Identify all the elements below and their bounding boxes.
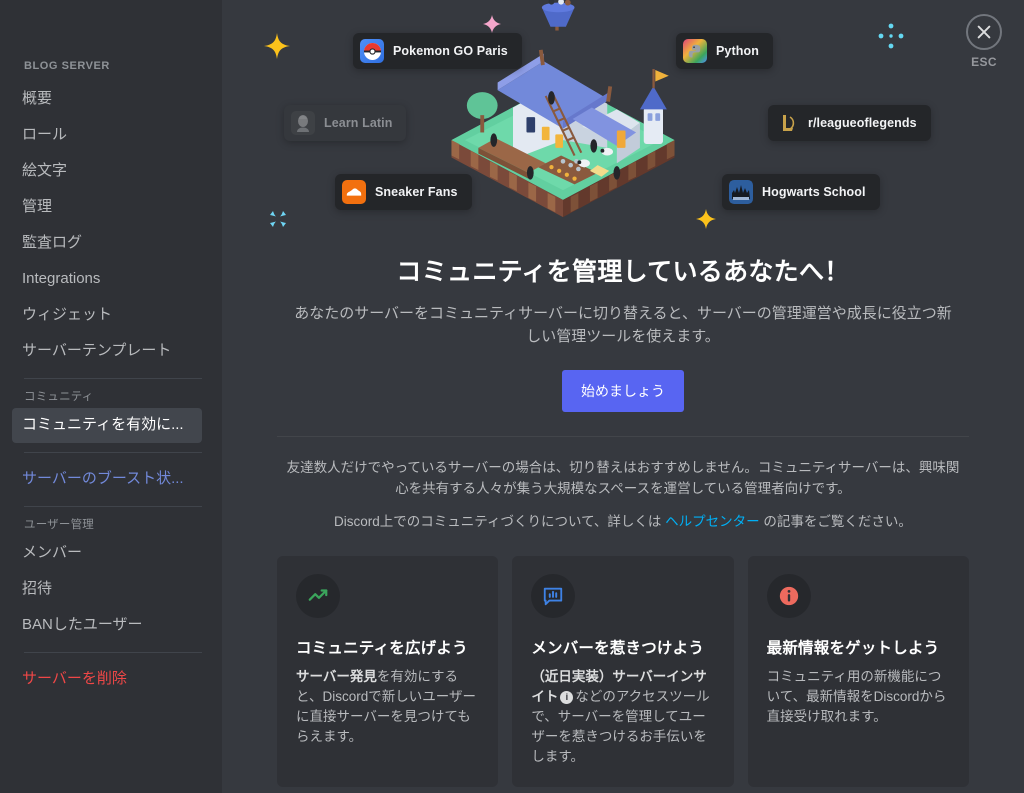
sparkle-yellow-right-icon <box>695 208 717 235</box>
sidebar-item-[interactable]: メンバー <box>12 536 202 571</box>
insights-chat-icon <box>531 574 576 618</box>
note-paragraph-2: Discord上でのコミュニティづくりについて、詳しくは ヘルプセンター の記事… <box>283 511 963 532</box>
python-icon <box>683 39 707 63</box>
sidebar-server-name: BLOG SERVER <box>24 60 110 72</box>
pill-label: Python <box>716 44 759 58</box>
main-content: ESC Pokemon GO Paris Learn Latin Sneaker… <box>222 0 1024 793</box>
pill-label: Sneaker Fans <box>375 185 458 199</box>
sidebar-item-[interactable]: ロール <box>12 118 202 153</box>
sidebar-item-[interactable]: 監査ログ <box>12 226 202 261</box>
sneaker-icon <box>342 180 366 204</box>
feature-card-title: 最新情報をゲットしよう <box>766 640 940 657</box>
esc-label: ESC <box>971 55 997 69</box>
community-pill-hogwarts-school[interactable]: Hogwarts School <box>722 174 880 210</box>
sidebar-item-integrations[interactable]: Integrations <box>12 262 202 297</box>
pill-label: Hogwarts School <box>762 185 866 199</box>
feature-card-body: コミュニティ用の新機能について、最新情報をDiscordから直接受け取れます。 <box>767 667 950 727</box>
sidebar-content: BLOG SERVER 概要 ロール 絵文字 管理 監査ログ Integrations ウィジ… <box>0 60 222 697</box>
info-circle-icon <box>766 574 811 618</box>
community-pill-pokemon-go-paris[interactable]: Pokemon GO Paris <box>353 33 522 69</box>
community-pill-sneaker-fans[interactable]: Sneaker Fans <box>335 174 472 210</box>
pill-label: Pokemon GO Paris <box>393 44 508 58</box>
sidebar-item-ban[interactable]: BANしたユーザー <box>12 608 202 643</box>
feature-card-body: サーバー発見を有効にすると、Discordで新しいユーザーに直接サーバーを見つけ… <box>296 667 479 747</box>
page-title: コミュニティを管理しているあなたへ！ <box>396 258 850 286</box>
info-badge-icon[interactable]: i <box>560 690 574 704</box>
note-text-before: Discord上でのコミュニティづくりについて、詳しくは <box>334 514 666 529</box>
feature-card-body-text: コミュニティ用の新機能について、最新情報をDiscordから直接受け取れます。 <box>766 669 947 724</box>
sidebar-divider <box>24 652 202 653</box>
sidebar-item-[interactable]: 管理 <box>12 190 202 225</box>
feature-card: 最新情報をゲットしようコミュニティ用の新機能について、最新情報をDiscordか… <box>747 556 969 787</box>
page-subtitle: あなたのサーバーをコミュニティサーバーに切り替えると、サーバーの管理運営や成長に… <box>294 305 952 345</box>
feature-card-title: メンバーを惹きつけよう <box>531 640 705 657</box>
feature-card-title: コミュニティを広げよう <box>296 640 468 657</box>
community-pill-leagueoflegends[interactable]: r/leagueoflegends <box>768 105 931 141</box>
note-paragraph-1: 友達数人だけでやっているサーバーの場合は、切り替えはおすすめしません。コミュニテ… <box>286 460 960 496</box>
feature-cards-row: コミュニティを広げようサーバー発見を有効にすると、Discordで新しいユーザー… <box>277 556 969 787</box>
close-icon[interactable] <box>966 14 1002 50</box>
trending-up-icon <box>296 574 340 618</box>
community-pill-python[interactable]: Python <box>676 33 773 69</box>
sidebar-item-[interactable]: サーバーテンプレート <box>12 334 202 369</box>
sidebar-divider <box>24 378 202 379</box>
sidebar-item-[interactable]: 概要 <box>12 82 202 117</box>
settings-window: BLOG SERVER 概要 ロール 絵文字 管理 監査ログ Integrations ウィジ… <box>0 0 1024 793</box>
sidebar-group-label: ユーザー管理 <box>24 519 94 531</box>
community-note: 友達数人だけでやっているサーバーの場合は、切り替えはおすすめしません。コミュニテ… <box>283 457 963 532</box>
sidebar-item-[interactable]: サーバーのブースト状... <box>12 462 202 497</box>
pokemon-go-icon <box>360 39 384 63</box>
sparkle-cyan-right-icon <box>877 22 905 55</box>
help-center-link[interactable]: ヘルプセンター <box>665 514 760 529</box>
feature-card-body-emphasis: サーバー発見 <box>296 669 377 684</box>
pill-label: r/leagueoflegends <box>808 116 917 130</box>
feature-card: メンバーを惹きつけよう （近日実装）サーバーインサイト i などのアクセスツールで、サ… <box>512 556 734 787</box>
sidebar-divider <box>24 506 202 507</box>
close-button[interactable]: ESC <box>966 14 1002 69</box>
section-divider <box>277 436 969 437</box>
feature-card-body: （近日実装）サーバーインサイト i などのアクセスツールで、サーバーを管理してユーザ… <box>531 667 714 767</box>
sidebar-item-[interactable]: 招待 <box>12 572 202 607</box>
sidebar-item-[interactable]: コミュニティを有効に... <box>12 408 202 443</box>
sidebar-item-[interactable]: サーバーを削除 <box>12 662 202 697</box>
pill-label: Learn Latin <box>324 116 393 130</box>
get-started-button[interactable]: 始めましょう <box>562 370 684 412</box>
latin-bust-icon <box>291 111 315 135</box>
feature-card: コミュニティを広げようサーバー発見を有効にすると、Discordで新しいユーザー… <box>277 556 499 787</box>
hero-illustration-area: Pokemon GO Paris Learn Latin Sneaker Fan… <box>222 0 1024 248</box>
hogwarts-icon <box>729 180 753 204</box>
settings-sidebar: BLOG SERVER 概要 ロール 絵文字 管理 監査ログ Integrations ウィジ… <box>0 0 222 793</box>
sidebar-divider <box>24 452 202 453</box>
sidebar-item-[interactable]: ウィジェット <box>12 298 202 333</box>
note-text-after: の記事をご覧ください。 <box>759 514 912 529</box>
sparkle-cyan-left-icon <box>266 207 290 236</box>
league-of-legends-icon <box>775 111 799 135</box>
headline-section: コミュニティを管理しているあなたへ！ あなたのサーバーをコミュニティサーバーに切… <box>222 248 1024 412</box>
sidebar-group-label: コミュニティ <box>24 391 94 403</box>
community-pill-learn-latin[interactable]: Learn Latin <box>284 105 407 141</box>
sidebar-item-[interactable]: 絵文字 <box>12 154 202 189</box>
sparkle-yellow-left-icon <box>264 33 290 64</box>
